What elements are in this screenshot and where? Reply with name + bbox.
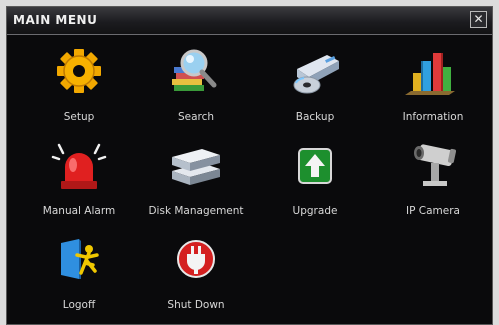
magnifier-icon — [172, 49, 217, 91]
menu-item-label: Information — [402, 111, 464, 123]
close-icon: ✕ — [473, 12, 484, 26]
menu-item-upgrade[interactable]: Upgrade — [255, 141, 375, 221]
main-menu-window: MAIN MENU ✕ Setup Search Backup Informat… — [6, 6, 493, 325]
logoff-door-icon — [61, 239, 99, 279]
title-bar: MAIN MENU ✕ — [7, 7, 492, 35]
gear-icon — [57, 49, 101, 93]
hard-disk-icon — [172, 149, 220, 185]
alarm-siren-icon — [51, 143, 107, 189]
menu-item-backup[interactable]: Backup — [255, 47, 375, 127]
upgrade-arrow-icon — [298, 148, 332, 184]
close-button[interactable]: ✕ — [470, 11, 487, 28]
power-plug-icon — [177, 240, 215, 278]
disc-drive-icon — [293, 55, 339, 94]
menu-item-ip-camera[interactable]: IP Camera — [373, 141, 493, 221]
ip-camera-icon — [414, 144, 457, 186]
bar-chart-icon — [405, 53, 455, 95]
menu-item-label: Shut Down — [167, 299, 225, 311]
menu-item-information[interactable]: Information — [373, 47, 493, 127]
menu-item-manual-alarm[interactable]: Manual Alarm — [19, 141, 139, 221]
menu-item-search[interactable]: Search — [136, 47, 256, 127]
menu-item-shut-down[interactable]: Shut Down — [136, 235, 256, 315]
menu-item-setup[interactable]: Setup — [19, 47, 139, 127]
menu-item-label: IP Camera — [406, 205, 460, 217]
menu-item-logoff[interactable]: Logoff — [19, 235, 139, 315]
menu-item-disk-management[interactable]: Disk Management — [136, 141, 256, 221]
window-title: MAIN MENU — [13, 13, 98, 27]
